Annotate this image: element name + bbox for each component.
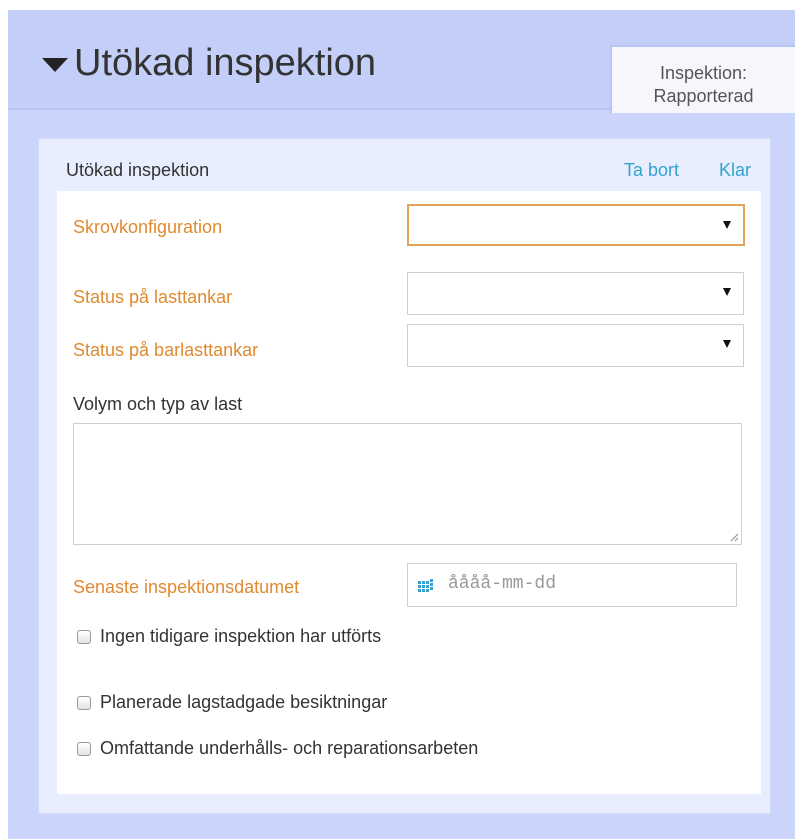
chevron-down-icon — [723, 340, 731, 348]
ballast-tanks-label: Status på barlasttankar — [73, 340, 259, 360]
chevron-down-icon — [723, 288, 731, 296]
cargo-tanks-select[interactable] — [407, 272, 744, 315]
date-placeholder: åååå-mm-dd — [448, 574, 557, 594]
resize-grip-icon[interactable] — [729, 532, 739, 542]
no-previous-inspection-checkbox[interactable] — [77, 630, 91, 644]
page-title[interactable]: Utökad inspektion — [74, 42, 376, 85]
cargo-tanks-label: Status på lasttankar — [73, 287, 233, 307]
panel-title: Utökad inspektion — [66, 160, 210, 180]
cargo-volume-textarea[interactable] — [73, 423, 742, 545]
last-inspection-date-label: Senaste inspektionsdatumet — [73, 577, 300, 597]
chevron-down-icon — [723, 221, 731, 229]
calendar-icon[interactable] — [418, 579, 436, 593]
no-previous-inspection-label[interactable]: Ingen tidigare inspektion har utförts — [100, 626, 381, 647]
planned-statutory-surveys-checkbox[interactable] — [77, 696, 91, 710]
hull-config-label: Skrovkonfiguration — [73, 217, 223, 237]
status-tab-label: Inspektion: — [659, 63, 748, 83]
status-tab-value: Rapporterad — [653, 86, 754, 106]
ballast-tanks-select[interactable] — [407, 324, 744, 367]
remove-link[interactable]: Ta bort — [624, 160, 679, 181]
extensive-maintenance-checkbox[interactable] — [77, 742, 91, 756]
extensive-maintenance-label[interactable]: Omfattande underhålls- och reparationsar… — [100, 738, 478, 759]
hull-config-select[interactable] — [407, 204, 745, 246]
planned-statutory-surveys-label[interactable]: Planerade lagstadgade besiktningar — [100, 692, 387, 713]
collapse-caret-icon[interactable] — [42, 58, 68, 72]
last-inspection-date-input[interactable]: åååå-mm-dd — [407, 563, 737, 607]
status-tab[interactable]: Inspektion: Rapporterad — [610, 45, 795, 113]
cargo-volume-label: Volym och typ av last — [73, 394, 243, 414]
done-link[interactable]: Klar — [719, 160, 751, 181]
